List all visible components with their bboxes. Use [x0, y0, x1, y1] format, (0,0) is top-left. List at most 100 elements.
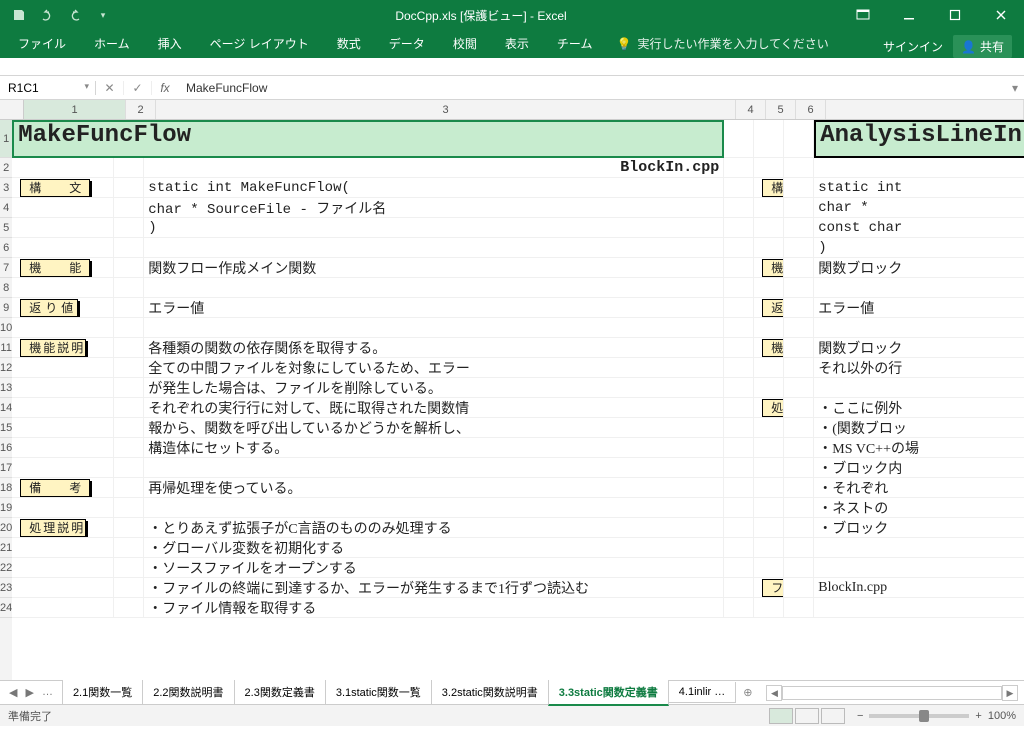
- worksheet-grid[interactable]: 1 2 3 4 5 6 7 8 9 10 11 12 13 14 15 16 1…: [0, 120, 1024, 680]
- proc-line[interactable]: ・グローバル変数を初期化する: [144, 538, 724, 557]
- proc-line[interactable]: ・とりあえず拡張子がC言語のもののみ処理する: [144, 518, 724, 537]
- descfunc-line[interactable]: が発生した場合は、ファイルを削除している。: [144, 378, 724, 397]
- row-header[interactable]: 4: [0, 198, 12, 218]
- zoom-out-icon[interactable]: −: [857, 710, 863, 722]
- func-title-left[interactable]: MakeFuncFlow: [12, 120, 724, 158]
- syntax-line-r[interactable]: static int: [814, 178, 1024, 197]
- name-box[interactable]: R1C1: [0, 81, 96, 95]
- ribbon-tab-data[interactable]: データ: [375, 29, 439, 58]
- proc-line-r[interactable]: ・ブロック: [814, 518, 1024, 537]
- descfunc-line[interactable]: 全ての中間ファイルを対象にしているため、エラー: [144, 358, 724, 377]
- row-header[interactable]: 10: [0, 318, 12, 338]
- proc-line-r[interactable]: ・MS VC++の場: [814, 438, 1024, 457]
- proc-line[interactable]: ・ファイル情報を取得する: [144, 598, 724, 617]
- proc-line-r[interactable]: ・ここに例外: [814, 398, 1024, 417]
- row-header[interactable]: 3: [0, 178, 12, 198]
- row-header[interactable]: 11: [0, 338, 12, 358]
- sheet-tab[interactable]: 2.1関数一覧: [62, 680, 143, 705]
- descfunc-line[interactable]: 報から、関数を呼び出しているかどうかを解析し、: [144, 418, 724, 437]
- syntax-line[interactable]: static int MakeFuncFlow(: [144, 178, 724, 197]
- row-header[interactable]: 22: [0, 558, 12, 578]
- row-header[interactable]: 6: [0, 238, 12, 258]
- proc-line-r[interactable]: ・(関数ブロッ: [814, 418, 1024, 437]
- formula-expand-icon[interactable]: ▾: [1006, 81, 1024, 95]
- row-header[interactable]: 7: [0, 258, 12, 278]
- syntax-line[interactable]: ): [144, 218, 724, 237]
- col-header-5[interactable]: 5: [766, 100, 796, 119]
- close-icon[interactable]: [978, 0, 1024, 30]
- row-header[interactable]: 21: [0, 538, 12, 558]
- fx-icon[interactable]: fx: [152, 81, 178, 95]
- syntax-line-r[interactable]: char *: [814, 198, 1024, 217]
- formula-input[interactable]: MakeFuncFlow: [178, 81, 1006, 95]
- row-header[interactable]: 8: [0, 278, 12, 298]
- save-icon[interactable]: [6, 3, 32, 27]
- view-pagebreak-icon[interactable]: [821, 708, 845, 724]
- ribbon-options-icon[interactable]: [840, 0, 886, 30]
- zoom-slider[interactable]: [869, 714, 969, 718]
- tab-nav-prev-icon[interactable]: ▶: [22, 686, 36, 699]
- descfunc-line[interactable]: それぞれの実行行に対して、既に取得された関数情: [144, 398, 724, 417]
- redo-icon[interactable]: [62, 3, 88, 27]
- hscroll-right-icon[interactable]: ▶: [1002, 685, 1018, 701]
- row-header[interactable]: 19: [0, 498, 12, 518]
- row-header[interactable]: 14: [0, 398, 12, 418]
- minimize-icon[interactable]: [886, 0, 932, 30]
- ribbon-tab-file[interactable]: ファイル: [4, 29, 80, 58]
- sheet-tab[interactable]: 3.1static関数一覧: [325, 680, 432, 705]
- row-header[interactable]: 13: [0, 378, 12, 398]
- row-header[interactable]: 23: [0, 578, 12, 598]
- row-header[interactable]: 15: [0, 418, 12, 438]
- new-sheet-icon[interactable]: ⊕: [735, 686, 760, 699]
- row-header[interactable]: 5: [0, 218, 12, 238]
- sheet-tab[interactable]: 3.2static関数説明書: [431, 680, 549, 705]
- hscroll-track[interactable]: [782, 686, 1002, 700]
- view-pagelayout-icon[interactable]: [795, 708, 819, 724]
- cells[interactable]: MakeFuncFlow AnalysisLineIn BlockIn.cpp …: [12, 120, 1024, 680]
- row-header[interactable]: 18: [0, 478, 12, 498]
- remarks-text[interactable]: 再帰処理を使っている。: [144, 478, 724, 497]
- col-header-6[interactable]: 6: [796, 100, 826, 119]
- ribbon-tab-formulas[interactable]: 数式: [323, 29, 375, 58]
- row-header[interactable]: 12: [0, 358, 12, 378]
- proc-line-r[interactable]: ・ネストの: [814, 498, 1024, 517]
- proc-line[interactable]: ・ソースファイルをオープンする: [144, 558, 724, 577]
- descfunc-line[interactable]: 構造体にセットする。: [144, 438, 724, 457]
- syntax-line[interactable]: char * SourceFile - ファイル名: [144, 198, 724, 217]
- func-title-right[interactable]: AnalysisLineIn: [814, 120, 1024, 158]
- proc-line[interactable]: ・ファイルの終端に到達するか、エラーが発生するまで1行ずつ読込む: [144, 578, 724, 597]
- signin-link[interactable]: サインイン: [883, 38, 943, 55]
- col-header-2[interactable]: 2: [126, 100, 156, 119]
- col-header-3[interactable]: 3: [156, 100, 736, 119]
- ribbon-tab-pagelayout[interactable]: ページ レイアウト: [196, 29, 323, 58]
- share-button[interactable]: 👤 共有: [953, 35, 1012, 58]
- proc-line-r[interactable]: ・ブロック内: [814, 458, 1024, 477]
- row-header[interactable]: 20: [0, 518, 12, 538]
- zoom-in-icon[interactable]: +: [975, 710, 981, 722]
- cancel-formula-icon[interactable]: ✕: [96, 81, 124, 95]
- sheet-tab[interactable]: 2.3関数定義書: [234, 680, 326, 705]
- enter-formula-icon[interactable]: ✓: [124, 81, 152, 95]
- tab-nav-first-icon[interactable]: ◀: [6, 686, 20, 699]
- row-header[interactable]: 1: [0, 120, 12, 158]
- filename-r[interactable]: BlockIn.cpp: [814, 578, 1024, 597]
- row-header[interactable]: 2: [0, 158, 12, 178]
- descfunc-line-r[interactable]: 関数ブロック: [814, 338, 1024, 357]
- function-text[interactable]: 関数フロー作成メイン関数: [144, 258, 724, 277]
- col-header-4[interactable]: 4: [736, 100, 766, 119]
- syntax-line-r[interactable]: const char: [814, 218, 1024, 237]
- ribbon-tab-insert[interactable]: 挿入: [144, 29, 196, 58]
- filename-cell[interactable]: BlockIn.cpp: [144, 158, 724, 177]
- function-text-r[interactable]: 関数ブロック: [814, 258, 1024, 277]
- row-header[interactable]: 9: [0, 298, 12, 318]
- descfunc-line-r[interactable]: それ以外の行: [814, 358, 1024, 377]
- sheet-tab-active[interactable]: 3.3static関数定義書: [548, 680, 669, 706]
- proc-line-r[interactable]: ・それぞれ: [814, 478, 1024, 497]
- hscroll-left-icon[interactable]: ◀: [766, 685, 782, 701]
- undo-icon[interactable]: [34, 3, 60, 27]
- view-normal-icon[interactable]: [769, 708, 793, 724]
- descfunc-line[interactable]: 各種類の関数の依存関係を取得する。: [144, 338, 724, 357]
- select-all-corner[interactable]: [0, 100, 24, 119]
- syntax-line-r[interactable]: ): [814, 238, 1024, 257]
- ribbon-tab-review[interactable]: 校閲: [439, 29, 491, 58]
